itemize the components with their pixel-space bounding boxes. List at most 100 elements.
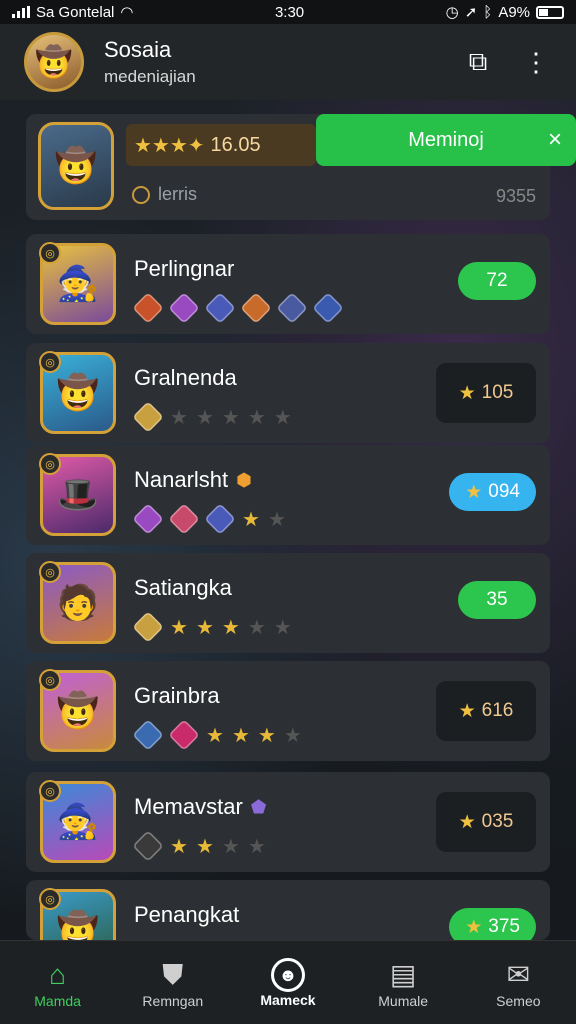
- star-empty-icon: ★: [283, 724, 302, 747]
- share-icon[interactable]: ⧉: [462, 46, 494, 78]
- player-row[interactable]: 🤠 ◎ Penangkat ★ 375: [26, 880, 550, 971]
- player-name: Perlingnar: [134, 256, 234, 282]
- star-icon: ★: [170, 835, 188, 858]
- star-icon: ★: [242, 508, 260, 531]
- tab-match[interactable]: ☻ Mameck: [233, 957, 343, 1008]
- mail-icon: ✉: [506, 958, 531, 990]
- player-name-text: Satiangka: [134, 575, 232, 600]
- featured-avatar: 🤠: [38, 122, 114, 210]
- alarm-icon: ◷: [445, 4, 459, 21]
- gem-icon: [276, 292, 308, 324]
- signal-icon: [12, 6, 30, 18]
- player-row[interactable]: 🧑 ◎ Satiangka ★ ★ ★ ★ ★ 35: [26, 553, 550, 653]
- battery-icon: [536, 5, 564, 19]
- gem-icon: [168, 292, 200, 324]
- score-value: 094: [488, 481, 520, 502]
- score-pill[interactable]: ★ 105: [436, 363, 536, 423]
- gem-icon: [132, 719, 164, 751]
- gem-icon: [132, 830, 164, 862]
- featured-count: 9355: [495, 186, 536, 206]
- item-list: ★ ★ ★ ★ ★: [132, 401, 292, 433]
- player-avatar: 🧙 ◎: [39, 780, 116, 863]
- score-value: 105: [481, 382, 514, 403]
- star-empty-icon: ★: [247, 406, 266, 429]
- player-row[interactable]: 🤠 ◎ Grainbra ★ ★ ★ ★ ★ 616: [26, 661, 550, 761]
- gem-icon: [132, 611, 164, 643]
- score-value: 72: [486, 270, 508, 291]
- star-empty-icon: ★: [273, 616, 292, 639]
- page-subtitle: medeniajian: [104, 67, 196, 86]
- trophy-icon: ⛊: [162, 958, 184, 990]
- player-avatar: 🤠 ◎: [39, 669, 116, 752]
- tab-label: Mamda: [34, 992, 81, 1009]
- player-row[interactable]: 🧙 ◎ Perlingnar 72: [26, 234, 550, 334]
- gem-icon: [168, 719, 200, 751]
- player-name-text: Nanarlsht: [134, 467, 229, 492]
- score-pill[interactable]: 72: [458, 262, 536, 300]
- level-badge-icon: ◎: [39, 242, 61, 264]
- tab-rankings[interactable]: ⛊ Remngan: [118, 957, 228, 1009]
- star-empty-icon: ★: [247, 835, 266, 858]
- score-pill[interactable]: ★ 616: [436, 681, 536, 741]
- player-row[interactable]: 🎩 ◎ Nanarlsht ⬢ ★ ★ ★ 094: [26, 445, 550, 545]
- featured-card[interactable]: 🤠 ★★★✦ 16.05 Meminoj × lerris 9355: [26, 114, 576, 220]
- score-value: 616: [481, 700, 514, 721]
- level-badge-icon: ◎: [39, 453, 61, 475]
- level-badge-icon: ◎: [39, 669, 61, 691]
- player-name: Penangkat: [134, 902, 239, 928]
- player-name-text: Perlingnar: [134, 256, 235, 281]
- score-pill[interactable]: ★ 094: [449, 473, 536, 511]
- player-name: Gralnenda: [134, 365, 237, 391]
- badge-icon: ⬟: [250, 796, 267, 817]
- star-icon: ★: [170, 616, 188, 639]
- gem-icon: [312, 292, 344, 324]
- close-icon[interactable]: ×: [548, 126, 562, 154]
- score-value: 375: [488, 916, 520, 937]
- star-icon: ★: [458, 811, 476, 833]
- home-icon: ⌂: [49, 958, 67, 990]
- tab-label: Semeo: [496, 992, 541, 1009]
- player-name-text: Penangkat: [134, 902, 240, 927]
- status-bar: Sa Gontelal ◠ 3:30 ◷ ➚ ᛒ A9%: [0, 0, 576, 24]
- item-list: ★ ★: [132, 503, 286, 535]
- carrier-name: Sa Gontelal: [36, 3, 115, 21]
- tab-messages[interactable]: ▤ Mumale: [348, 957, 458, 1009]
- star-icon: ★: [257, 724, 276, 747]
- featured-rating: ★★★✦ 16.05: [126, 124, 316, 166]
- featured-action-button[interactable]: Meminoj ×: [316, 114, 576, 166]
- gem-icon: [132, 292, 164, 324]
- star-icon: ★: [195, 835, 214, 858]
- player-name: Memavstar ⬟: [134, 794, 266, 820]
- score-value: 035: [481, 811, 514, 832]
- star-icon: ★: [206, 724, 224, 747]
- gem-icon: [240, 292, 272, 324]
- star-icon: ★: [465, 481, 483, 503]
- clock: 3:30: [274, 3, 305, 21]
- star-empty-icon: ★: [221, 835, 240, 858]
- featured-action-label: Meminoj: [408, 128, 484, 151]
- tab-home[interactable]: ⌂ Mamda: [3, 957, 113, 1009]
- gem-icon: [132, 503, 164, 535]
- player-avatar: 🧑 ◎: [39, 561, 116, 644]
- player-name-text: Grainbra: [134, 683, 220, 708]
- score-value: 35: [486, 589, 508, 610]
- level-badge-icon: ◎: [39, 780, 61, 802]
- featured-sub: lerris: [132, 184, 197, 205]
- star-empty-icon: ★: [267, 508, 286, 531]
- tab-label: Mameck: [260, 991, 316, 1008]
- player-row[interactable]: 🤠 ◎ Gralnenda ★ ★ ★ ★ ★ ★ 105: [26, 343, 550, 443]
- level-badge-icon: ◎: [39, 561, 61, 583]
- item-list: ★ ★ ★ ★: [132, 830, 266, 862]
- player-name-text: Gralnenda: [134, 365, 237, 390]
- score-pill[interactable]: 35: [458, 581, 536, 619]
- star-empty-icon: ★: [247, 616, 266, 639]
- star-icon: ★★★✦: [134, 134, 205, 157]
- tab-settings[interactable]: ✉ Semeo: [463, 957, 573, 1009]
- item-list: ★ ★ ★ ★ ★: [132, 611, 292, 643]
- star-icon: ★: [231, 724, 250, 747]
- avatar[interactable]: 🤠: [24, 32, 84, 92]
- more-icon[interactable]: ⋮: [520, 46, 552, 78]
- score-pill[interactable]: ★ 035: [436, 792, 536, 852]
- star-empty-icon: ★: [221, 406, 240, 429]
- player-row[interactable]: 🧙 ◎ Memavstar ⬟ ★ ★ ★ ★ ★ 035: [26, 772, 550, 872]
